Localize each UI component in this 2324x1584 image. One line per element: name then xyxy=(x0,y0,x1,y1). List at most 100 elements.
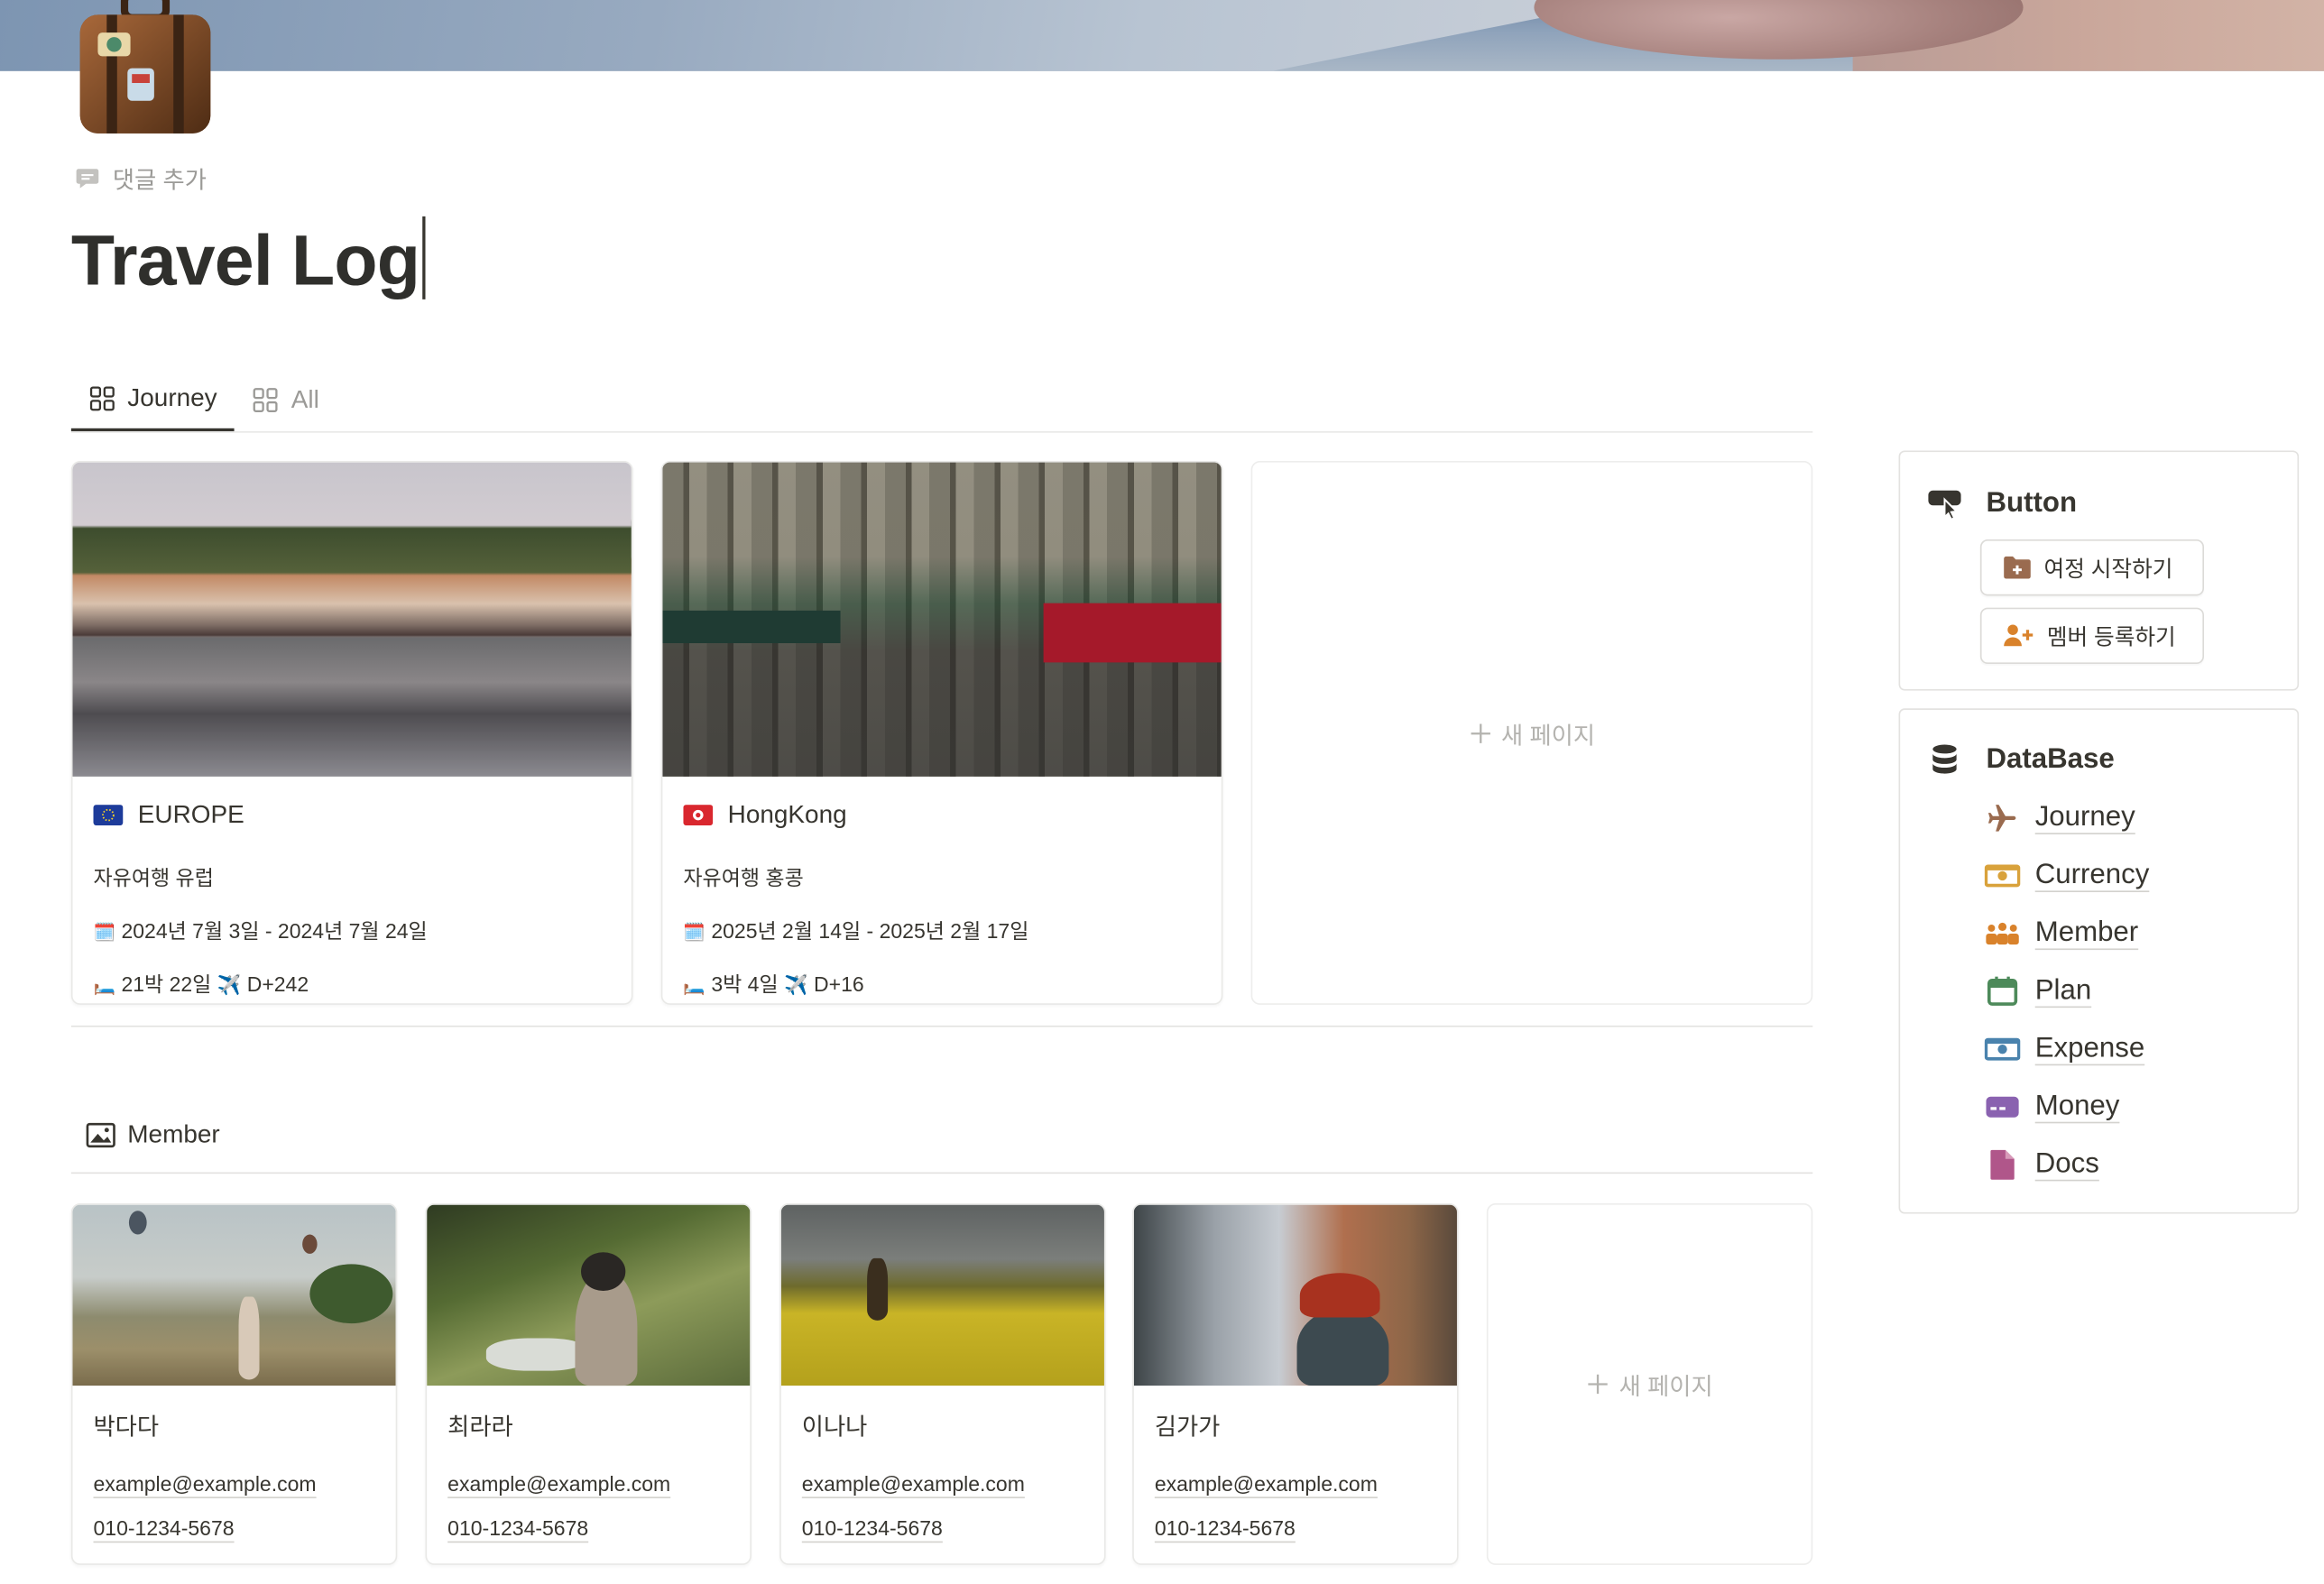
page-title[interactable]: Travel Log xyxy=(71,216,426,302)
member-card[interactable]: 김가가 example@example.com 010-1234-5678 xyxy=(1132,1203,1459,1565)
cash-icon xyxy=(1984,1032,2021,1064)
cover-image[interactable] xyxy=(0,0,2324,71)
card-icon xyxy=(1985,1090,2020,1122)
journey-dday: D+242 xyxy=(246,972,309,997)
start-journey-button[interactable]: 여정 시작하기 xyxy=(1979,539,2204,596)
register-member-label: 멤버 등록하기 xyxy=(2046,624,2176,650)
divider xyxy=(70,1172,1813,1174)
member-card[interactable]: 박다다 example@example.com 010-1234-5678 xyxy=(70,1203,398,1565)
database-panel-title: DataBase xyxy=(1927,742,2115,778)
tab-journey-label: Journey xyxy=(127,382,217,411)
member-email[interactable]: example@example.com xyxy=(802,1471,1084,1495)
journey-stay: 🛏️ 3박 4일 ✈️ D+16 xyxy=(683,969,1200,999)
document-icon xyxy=(1985,1147,2020,1180)
member-section-title: Member xyxy=(86,1120,220,1150)
new-journey-page-button[interactable]: 새 페이지 xyxy=(1250,460,1813,1005)
person-figure xyxy=(867,1257,889,1321)
journey-dday: D+16 xyxy=(814,972,864,997)
journey-name: HongKong xyxy=(727,800,847,829)
member-email[interactable]: example@example.com xyxy=(1155,1471,1436,1495)
journey-title: EUROPE xyxy=(93,800,611,830)
member-email[interactable]: example@example.com xyxy=(94,1471,375,1495)
calendar-emoji-icon: 🗓️ xyxy=(93,921,116,943)
button-panel-label: Button xyxy=(1986,487,2078,520)
new-page-label: 새 페이지 xyxy=(1618,1375,1713,1401)
db-link-currency[interactable]: Currency xyxy=(1984,846,2150,904)
journey-stay: 🛏️ 21박 22일 ✈️ D+242 xyxy=(94,969,611,999)
person-figure xyxy=(1296,1308,1389,1386)
db-link-label: Journey xyxy=(2034,800,2135,833)
member-phone[interactable]: 010-1234-5678 xyxy=(447,1516,729,1540)
person-figure xyxy=(238,1296,260,1380)
gallery-icon xyxy=(254,387,279,412)
db-link-expense[interactable]: Expense xyxy=(1984,1019,2149,1077)
airplane-emoji-icon: ✈️ xyxy=(784,973,808,997)
balloon xyxy=(302,1234,318,1254)
member-name: 이나나 xyxy=(801,1414,868,1441)
db-link-label: Money xyxy=(2034,1090,2120,1121)
tree xyxy=(309,1264,393,1324)
member-name: 김가가 xyxy=(1154,1414,1221,1441)
journey-title: HongKong xyxy=(683,800,1200,830)
comment-icon xyxy=(76,169,99,189)
journey-stay-text: 21박 22일 xyxy=(121,972,212,997)
db-link-plan[interactable]: Plan xyxy=(1985,962,2149,1019)
tab-all-label: All xyxy=(290,384,319,413)
red-hat xyxy=(1299,1273,1380,1318)
bed-icon: 🛏️ xyxy=(93,975,116,997)
database-panel: DataBase Journey Currency Member Plan Ex… xyxy=(1898,708,2300,1214)
divider xyxy=(70,1025,1813,1027)
journey-desc: 자유여행 홍콩 xyxy=(683,865,804,889)
calendar-emoji-icon: 🗓️ xyxy=(683,921,706,943)
member-section-label: Member xyxy=(127,1120,220,1149)
db-link-label: Currency xyxy=(2034,859,2150,890)
plus-icon xyxy=(1471,723,1490,743)
cover-bank-sign xyxy=(1043,603,1222,663)
member-card[interactable]: 최라라 example@example.com 010-1234-5678 xyxy=(425,1203,752,1565)
member-photo xyxy=(780,1204,1104,1386)
journey-dates: 🗓️ 2024년 7월 3일 - 2024년 7월 24일 xyxy=(94,916,611,945)
bed-icon: 🛏️ xyxy=(683,975,706,997)
db-link-journey[interactable]: Journey xyxy=(1985,788,2149,846)
journey-card-europe[interactable]: EUROPE 자유여행 유럽 🗓️ 2024년 7월 3일 - 2024년 7월… xyxy=(70,460,633,1005)
member-card[interactable]: 이나나 example@example.com 010-1234-5678 xyxy=(779,1203,1106,1565)
database-panel-label: DataBase xyxy=(1986,743,2115,776)
db-link-money[interactable]: Money xyxy=(1985,1077,2149,1135)
member-photo xyxy=(427,1204,751,1386)
journey-card-hongkong[interactable]: HongKong 자유여행 홍콩 🗓️ 2025년 2월 14일 - 2025년… xyxy=(660,460,1223,1005)
balloon xyxy=(128,1211,147,1235)
journey-cover-europe xyxy=(72,462,632,777)
gallery-icon xyxy=(89,385,115,410)
member-phone[interactable]: 010-1234-5678 xyxy=(802,1516,1084,1540)
db-link-docs[interactable]: Docs xyxy=(1985,1135,2149,1193)
database-icon xyxy=(1932,744,1957,774)
db-link-label: Plan xyxy=(2034,974,2092,1006)
db-link-label: Expense xyxy=(2034,1032,2145,1064)
eu-flag-icon xyxy=(93,805,124,826)
tab-journey[interactable]: Journey xyxy=(70,367,235,432)
journey-name: EUROPE xyxy=(137,800,244,829)
add-comment-label: 댓글 추가 xyxy=(112,169,207,195)
airplane-emoji-icon: ✈️ xyxy=(217,973,242,997)
person-add-icon xyxy=(2004,624,2034,647)
cover-wing xyxy=(0,0,1631,71)
button-panel-title: Button xyxy=(1927,488,2077,520)
add-comment-button[interactable]: 댓글 추가 xyxy=(74,160,207,195)
journey-cover-hongkong xyxy=(662,462,1222,777)
image-icon xyxy=(86,1122,115,1148)
db-link-label: Docs xyxy=(2034,1147,2099,1179)
member-photo xyxy=(1133,1204,1457,1386)
plus-icon xyxy=(1588,1374,1609,1395)
register-member-button[interactable]: 멤버 등록하기 xyxy=(1979,607,2204,665)
tab-all[interactable]: All xyxy=(235,367,337,431)
new-member-page-button[interactable]: 새 페이지 xyxy=(1486,1203,1813,1565)
member-phone[interactable]: 010-1234-5678 xyxy=(94,1516,375,1540)
hat xyxy=(581,1252,626,1291)
page-title-text[interactable]: Travel Log xyxy=(71,222,420,300)
member-email[interactable]: example@example.com xyxy=(447,1471,729,1495)
suitcase-icon[interactable] xyxy=(74,0,217,136)
hk-flag-icon xyxy=(683,805,714,826)
airplane-icon xyxy=(1985,801,2020,833)
db-link-member[interactable]: Member xyxy=(1985,904,2149,962)
member-phone[interactable]: 010-1234-5678 xyxy=(1155,1516,1436,1540)
